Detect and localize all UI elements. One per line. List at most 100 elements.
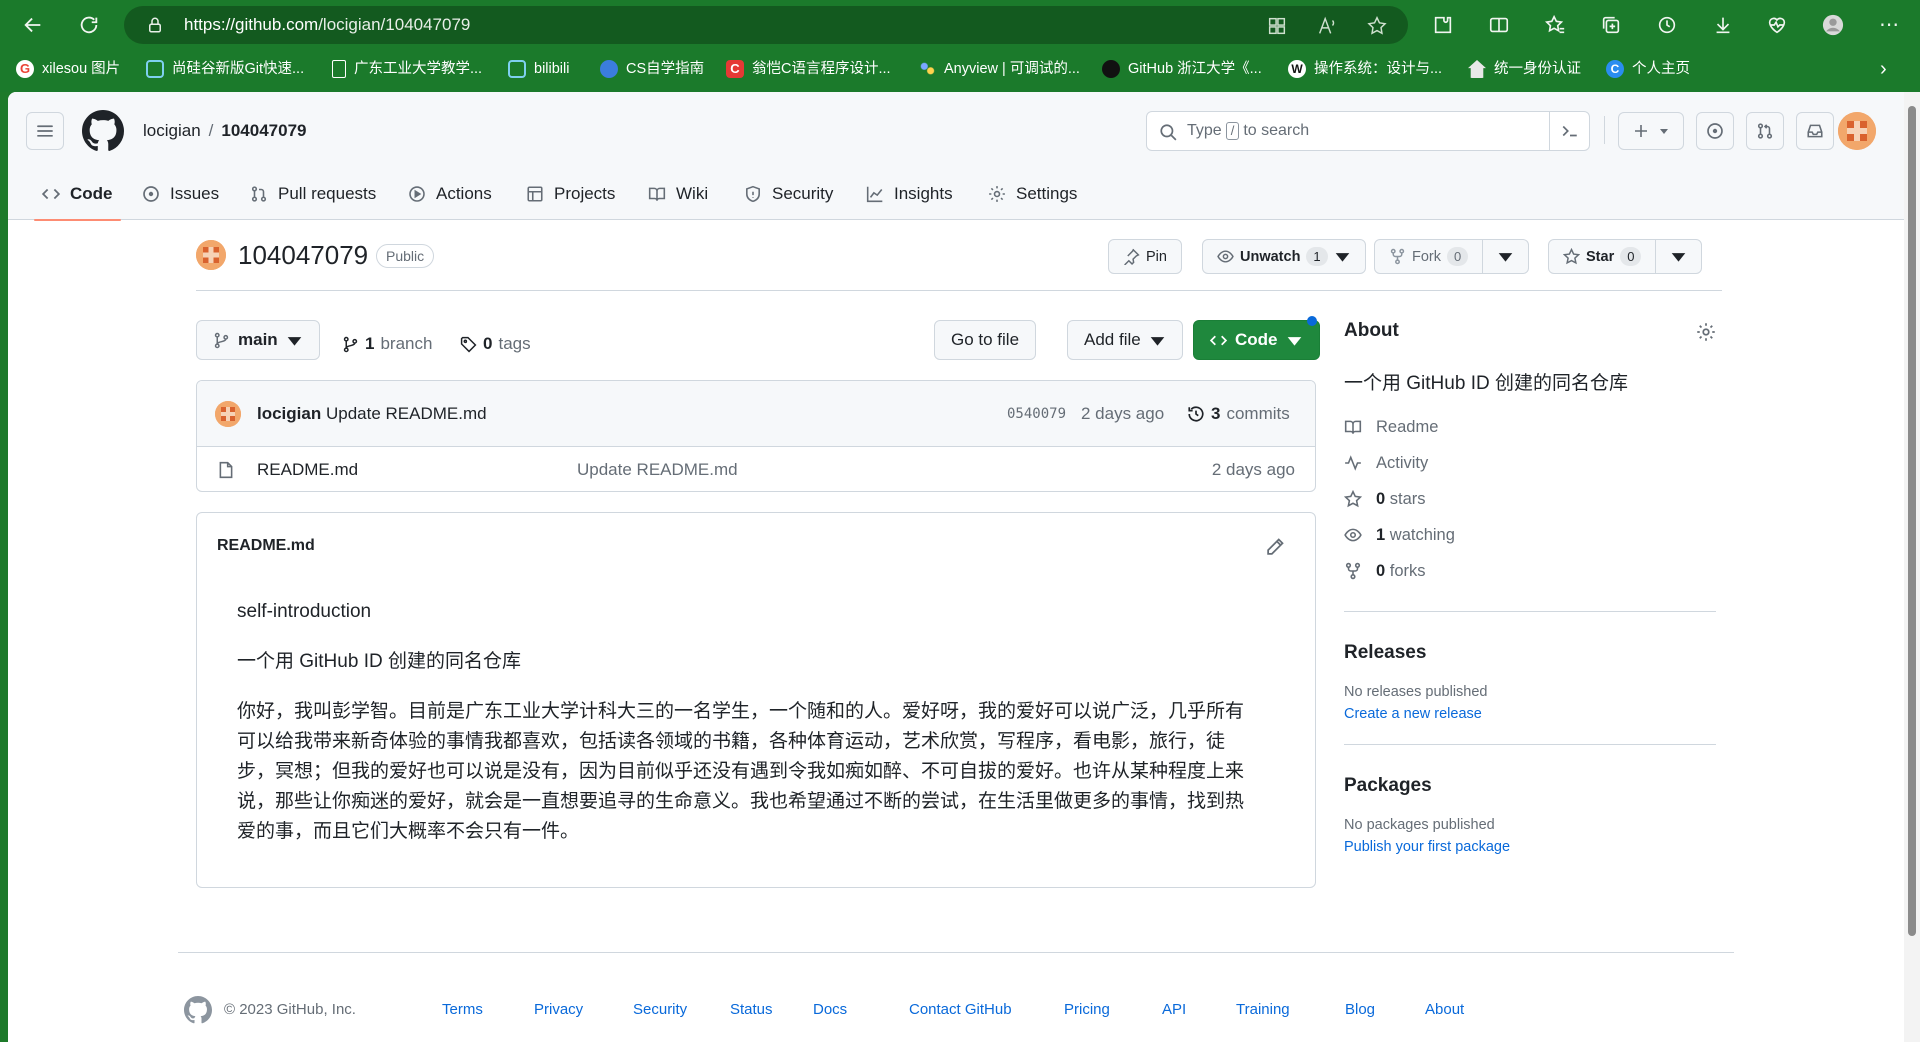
bookmark-item[interactable]: W 操作系统：设计与... <box>1288 56 1442 82</box>
file-date: 2 days ago <box>1211 460 1295 479</box>
bookmark-item[interactable]: Gxilesou 图片 <box>16 56 120 82</box>
repo-link[interactable]: 104047079 <box>221 121 306 140</box>
tab-issues[interactable]: Issues <box>142 168 219 220</box>
user-avatar[interactable] <box>1838 112 1876 150</box>
command-palette-button[interactable] <box>1549 112 1589 150</box>
file-commit-message[interactable]: Update README.md <box>577 447 738 491</box>
packages-title[interactable]: Packages <box>1344 775 1716 797</box>
profile-avatar-icon[interactable] <box>1816 8 1850 42</box>
read-aloud-icon[interactable] <box>1316 15 1338 37</box>
address-bar[interactable]: https://github.com/locigian/104047079 <box>124 6 1408 44</box>
releases-title[interactable]: Releases <box>1344 642 1716 664</box>
tab-pull-requests[interactable]: Pull requests <box>250 168 376 220</box>
history-icon[interactable] <box>1650 8 1684 42</box>
readme-link[interactable]: Readme <box>1344 409 1716 445</box>
bookmark-item[interactable]: Anyview | 可调试的... <box>918 56 1080 82</box>
create-new-button[interactable] <box>1618 112 1684 150</box>
apps-grid-icon[interactable] <box>1266 15 1288 37</box>
code-button[interactable]: Code <box>1193 320 1320 360</box>
bookmark-item[interactable]: 统一身份认证 <box>1468 56 1581 82</box>
footer-link-security[interactable]: Security <box>633 992 687 1028</box>
fork-dropdown[interactable] <box>1482 240 1528 273</box>
fork-button[interactable]: Fork 0 <box>1374 239 1530 274</box>
watching-link[interactable]: 1 watching <box>1344 517 1716 553</box>
tab-security[interactable]: Security <box>744 168 833 220</box>
page-scrollbar[interactable] <box>1904 92 1920 1042</box>
footer-link-blog[interactable]: Blog <box>1345 992 1375 1028</box>
c-icon: C <box>726 60 744 78</box>
commits-link[interactable]: 3 commits <box>1187 381 1290 447</box>
gear-icon[interactable] <box>1696 322 1716 342</box>
star-button[interactable]: Star 0 <box>1548 239 1703 274</box>
tab-insights[interactable]: Insights <box>866 168 953 220</box>
footer-link-training[interactable]: Training <box>1236 992 1290 1028</box>
search-input[interactable]: Type / to search <box>1146 111 1590 151</box>
issues-button[interactable] <box>1696 112 1734 150</box>
tab-projects[interactable]: Projects <box>526 168 615 220</box>
pencil-icon[interactable] <box>1265 537 1285 557</box>
tab-code[interactable]: Code <box>34 168 120 221</box>
hamburger-menu-button[interactable] <box>26 112 64 150</box>
publish-package-link[interactable]: Publish your first package <box>1344 839 1716 855</box>
footer-link-status[interactable]: Status <box>730 992 773 1028</box>
bookmark-item[interactable]: 尚硅谷新版Git快速... <box>146 56 304 82</box>
footer-link-about[interactable]: About <box>1425 992 1464 1028</box>
favorites-icon[interactable] <box>1538 8 1572 42</box>
scrollbar-thumb[interactable] <box>1908 106 1916 936</box>
github-logo-icon[interactable] <box>82 110 124 152</box>
go-to-file-button[interactable]: Go to file <box>934 320 1037 360</box>
bookmark-item[interactable]: bilibili <box>508 56 569 82</box>
footer-link-pricing[interactable]: Pricing <box>1064 992 1110 1028</box>
star-dropdown[interactable] <box>1655 240 1701 273</box>
gear-icon <box>989 186 1005 202</box>
chevron-right-icon[interactable]: › <box>1880 56 1887 82</box>
stars-link[interactable]: 0 stars <box>1344 481 1716 517</box>
branches-link[interactable]: 1 branch <box>342 334 432 354</box>
repo-owner-avatar[interactable] <box>196 240 226 270</box>
tab-wiki[interactable]: Wiki <box>648 168 708 220</box>
footer-link-privacy[interactable]: Privacy <box>534 992 583 1028</box>
add-file-button[interactable]: Add file <box>1067 320 1183 360</box>
forks-link[interactable]: 0 forks <box>1344 553 1716 589</box>
footer-link-api[interactable]: API <box>1162 992 1186 1028</box>
commit-author[interactable]: locigian <box>257 404 321 423</box>
favorite-star-icon[interactable] <box>1366 15 1388 37</box>
performance-heart-icon[interactable] <box>1760 8 1794 42</box>
owner-link[interactable]: locigian <box>143 121 201 140</box>
tags-link[interactable]: 0 tags <box>460 334 531 354</box>
tab-actions[interactable]: Actions <box>408 168 492 220</box>
tab-settings[interactable]: Settings <box>988 168 1077 220</box>
bookmark-item[interactable]: C 个人主页 <box>1606 56 1690 82</box>
repo-name[interactable]: 104047079 <box>238 236 368 274</box>
fork-icon <box>1345 562 1361 580</box>
more-menu-icon[interactable]: ⋯ <box>1872 8 1906 42</box>
inbox-button[interactable] <box>1796 112 1834 150</box>
readme-title[interactable]: README.md <box>217 513 315 579</box>
bookmark-item[interactable]: C 翁恺C语言程序设计... <box>726 56 891 82</box>
bookmark-item[interactable]: GitHub 浙江大学《... <box>1102 56 1262 82</box>
refresh-icon[interactable] <box>72 8 106 42</box>
branch-selector[interactable]: main <box>196 320 320 360</box>
footer-link-contact[interactable]: Contact GitHub <box>909 992 1012 1028</box>
pull-requests-button[interactable] <box>1746 112 1784 150</box>
unwatch-button[interactable]: Unwatch 1 <box>1202 239 1366 274</box>
table-row[interactable]: README.md Update README.md 2 days ago <box>197 447 1315 491</box>
bookmark-item[interactable]: 广东工业大学教学... <box>332 56 482 82</box>
commit-sha[interactable]: 0540079 <box>1007 381 1066 447</box>
activity-link[interactable]: Activity <box>1344 445 1716 481</box>
extensions-icon[interactable] <box>1426 8 1460 42</box>
bookmark-item[interactable]: CS自学指南 <box>600 56 704 82</box>
footer-link-terms[interactable]: Terms <box>442 992 483 1028</box>
collections-icon[interactable] <box>1594 8 1628 42</box>
file-name[interactable]: README.md <box>257 447 358 491</box>
commit-message[interactable]: Update README.md <box>326 404 487 423</box>
download-icon[interactable] <box>1706 8 1740 42</box>
create-release-link[interactable]: Create a new release <box>1344 706 1716 722</box>
footer-link-docs[interactable]: Docs <box>813 992 847 1028</box>
github-logo-icon[interactable] <box>184 996 212 1024</box>
commit-author-avatar[interactable] <box>215 401 241 427</box>
pin-button[interactable]: Pin <box>1108 239 1182 274</box>
back-arrow-icon[interactable] <box>16 8 50 42</box>
split-screen-icon[interactable] <box>1482 8 1516 42</box>
slash-key-hint: / <box>1225 122 1240 140</box>
